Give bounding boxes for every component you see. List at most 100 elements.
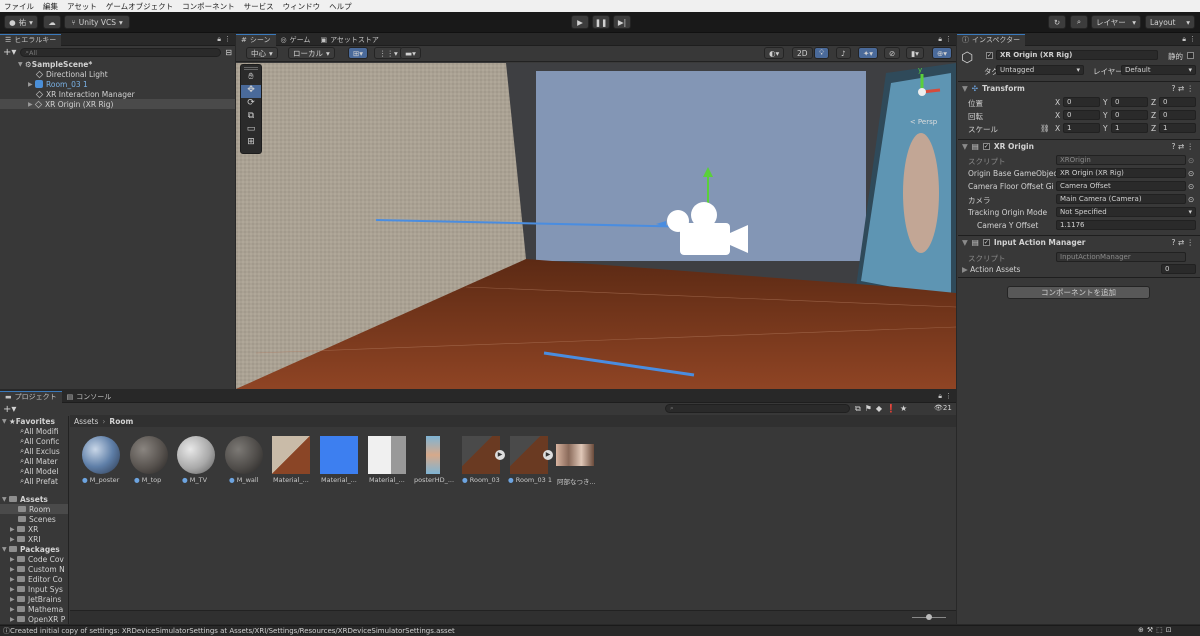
expand-icon[interactable]: ▶ [10,526,17,533]
component-enabled-checkbox[interactable]: ✓ [982,142,990,150]
rotation-y-field[interactable]: 0 [1111,110,1148,120]
folder-item[interactable]: ▶ XRI [0,534,68,544]
expand-icon[interactable]: ▶ [10,566,17,573]
active-checkbox[interactable]: ✓ [986,52,993,59]
fold-icon[interactable]: ▼ [962,142,968,151]
position-z-field[interactable]: 0 [1159,97,1196,107]
component-menu-icons[interactable]: ? ⇄ ⋮ [1171,84,1194,93]
rotation-x-field[interactable]: 0 [1063,110,1100,120]
scale-y-field[interactable]: 1 [1111,123,1148,133]
add-icon[interactable]: +▾ [3,404,16,415]
hierarchy-item[interactable]: Directional Light [0,69,235,79]
status-message[interactable]: Created initial copy of settings: XRDevi… [10,627,455,635]
hierarchy-search[interactable]: ⌕ All [20,48,222,57]
scale-z-field[interactable]: 1 [1159,123,1196,133]
component-menu-icons[interactable]: ? ⇄ ⋮ [1171,238,1194,247]
transform-header[interactable]: ▼ ✣ Transform? ⇄ ⋮ [958,81,1200,94]
layers-dropdown[interactable]: レイヤー ▾ [1091,15,1141,29]
favorite-item[interactable]: ⌕ All Exclus [0,446,68,456]
camera-floor-field[interactable]: Camera Offset [1056,181,1186,191]
link-icon[interactable]: ⛓ [1040,124,1050,133]
scene-viewport[interactable] [236,63,956,389]
expand-icon[interactable]: ▶ [10,616,17,623]
hierarchy-item-selected[interactable]: ▶ XR Origin (XR Rig) [0,99,235,109]
expand-icon[interactable]: ▶ [10,586,17,593]
tab-hierarchy[interactable]: ☰ ヒエラルキー [0,33,62,46]
add-component-button[interactable]: コンポーネントを追加 [1007,286,1150,299]
lock-icon[interactable]: 🔒︎ [938,392,942,401]
hierarchy-item[interactable]: XR Interaction Manager [0,89,235,99]
image-thumbnail[interactable] [556,444,594,466]
tab-console[interactable]: ▤ コンソール [62,391,117,403]
account-button[interactable]: ● 祐 ▾ [4,15,38,29]
rotation-z-field[interactable]: 0 [1159,110,1196,120]
menu-assets[interactable]: アセット [67,1,97,12]
tab-inspector[interactable]: ⓘ インスペクター [957,33,1026,46]
expand-icon[interactable]: ▶ [962,265,970,274]
favorites-header[interactable]: ▼ ★ Favorites [0,416,68,426]
material-sphere-thumbnail[interactable] [177,436,215,474]
expand-icon[interactable]: ▼ [2,496,9,503]
action-assets-count[interactable]: 0 [1161,264,1196,274]
menu-file[interactable]: ファイル [4,1,34,12]
more-icon[interactable]: ⋮ [1189,35,1196,43]
expand-icon[interactable]: ▼ [18,61,25,68]
status-icons[interactable]: ⊕⚒⬚⊡ [1138,626,1175,634]
object-name-field[interactable]: XR Origin (XR Rig) [996,50,1158,60]
audio-toggle[interactable]: ♪ [836,47,851,59]
move-tool-icon[interactable]: ✥ [241,85,261,98]
tracking-mode-dropdown[interactable]: Not Specified ▾ [1056,207,1196,217]
xr-origin-header[interactable]: ▼ ▤ ✓ XR Origin? ⇄ ⋮ [958,139,1200,152]
expand-icon[interactable]: ▶ [10,556,17,563]
lock-icon[interactable]: 🔒︎ [938,35,942,44]
project-filter-icons[interactable]: ⧉⚑◆❗★ [855,404,911,414]
more-icon[interactable]: ⋮ [224,35,231,43]
breadcrumb-assets[interactable]: Assets [74,417,98,426]
effects-toggle[interactable]: ✦▾ [858,47,879,59]
tab-game[interactable]: ◎ ゲーム [276,34,316,46]
component-enabled-checkbox[interactable]: ✓ [982,238,990,246]
draw-mode-button[interactable]: ◐▾ [764,47,785,59]
favorite-item[interactable]: ⌕ All Prefat [0,476,68,486]
position-x-field[interactable]: 0 [1063,97,1100,107]
grid-snap-button[interactable]: ⊞▾ [348,47,369,59]
hierarchy-item[interactable]: ▶ Room_03 1 [0,79,235,89]
more-icon[interactable]: ⋮ [945,35,952,43]
lighting-toggle[interactable]: 💡︎ [814,47,830,59]
action-assets-label[interactable]: ▶ Action Assets [962,265,1020,274]
favorite-item[interactable]: ⌕ All Confic [0,436,68,446]
folder-item-selected[interactable]: Room [0,504,68,514]
increment-button[interactable]: ▬▾ [400,47,421,59]
snap-button[interactable]: ⋮⋮▾ [374,47,403,59]
texture-thumbnail[interactable] [272,436,310,474]
scale-tool-icon[interactable]: ⧉ [241,111,261,124]
component-menu-icons[interactable]: ? ⇄ ⋮ [1171,142,1194,151]
search-button[interactable]: ⌕ [1070,15,1088,29]
static-checkbox[interactable] [1187,52,1194,59]
fold-icon[interactable]: ▼ [962,84,968,93]
package-item[interactable]: ▶ Custom N [0,564,68,574]
hand-tool-icon[interactable]: ✋︎ [241,72,261,85]
menu-gameobject[interactable]: ゲームオブジェクト [106,1,173,12]
play-button[interactable]: ▶ [571,15,589,29]
step-button[interactable]: ▶| [613,15,631,29]
package-item[interactable]: ▶ Code Cov [0,554,68,564]
favorite-item[interactable]: ⌕ All Mater [0,456,68,466]
packages-header[interactable]: ▼ Packages [0,544,68,554]
tag-dropdown[interactable]: Untagged ▾ [996,65,1084,75]
menu-edit[interactable]: 編集 [43,1,58,12]
layout-dropdown[interactable]: Layout ▾ [1145,15,1195,29]
expand-icon[interactable]: ▶ [10,576,17,583]
target-icon[interactable]: ⊙ [1188,169,1194,178]
add-icon[interactable]: +▾ [3,47,16,58]
expand-icon[interactable]: ▶ [10,606,17,613]
drag-handle[interactable] [244,67,258,70]
lock-icon[interactable]: 🔒︎ [1182,35,1186,44]
target-icon[interactable]: ⊙ [1188,195,1194,204]
assets-header[interactable]: ▼ Assets [0,494,68,504]
breadcrumb-room[interactable]: Room [109,417,133,426]
expand-icon[interactable]: ▼ [2,418,9,425]
tab-scene[interactable]: # シーン [236,33,276,46]
camera-button[interactable]: ▮▾ [906,47,924,59]
history-button[interactable]: ↻ [1048,15,1066,29]
